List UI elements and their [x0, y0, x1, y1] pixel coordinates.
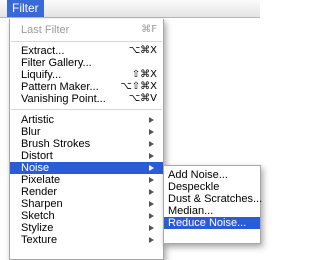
submenu-arrow-icon [149, 177, 154, 183]
menu-item-label: Liquify... [21, 69, 62, 81]
submenu-arrow-icon [149, 117, 154, 123]
menu-item-shortcut: ⌥⇧⌘X [120, 81, 157, 92]
menu-bar: Filter [0, 0, 260, 18]
menu-item-vanishing-point[interactable]: Vanishing Point... ⌥⌘V [10, 93, 163, 105]
menu-item-sketch[interactable]: Sketch [10, 210, 163, 222]
submenu-item-reduce-noise[interactable]: Reduce Noise... [164, 217, 260, 229]
menu-item-shortcut: ⇧⌘X [131, 69, 157, 80]
menu-item-shortcut: ⌥⌘X [128, 45, 157, 56]
menu-item-label: Last Filter [21, 24, 70, 36]
submenu-item-label: Dust & Scratches... [168, 193, 263, 205]
menu-item-last-filter: Last Filter ⌘F [10, 24, 163, 36]
menu-item-sharpen[interactable]: Sharpen [10, 198, 163, 210]
submenu-item-add-noise[interactable]: Add Noise... [164, 169, 260, 181]
menu-separator [11, 41, 162, 42]
menu-item-label: Artistic [21, 114, 54, 126]
menu-item-label: Stylize [21, 222, 54, 234]
submenu-arrow-icon [149, 225, 154, 231]
menu-item-blur[interactable]: Blur [10, 126, 163, 138]
menu-item-pixelate[interactable]: Pixelate [10, 174, 163, 186]
menu-item-shortcut: ⌘F [141, 24, 157, 35]
menu-item-label: Noise [21, 162, 50, 174]
menu-item-label: Distort [21, 150, 53, 162]
menu-item-extract[interactable]: Extract... ⌥⌘X [10, 45, 163, 57]
submenu-item-label: Reduce Noise... [168, 217, 247, 229]
menu-item-artistic[interactable]: Artistic [10, 114, 163, 126]
submenu-arrow-icon [149, 237, 154, 243]
menu-item-texture[interactable]: Texture [10, 234, 163, 246]
submenu-arrow-icon [149, 189, 154, 195]
menu-item-label: Pattern Maker... [21, 81, 99, 93]
submenu-item-median[interactable]: Median... [164, 205, 260, 217]
menu-item-distort[interactable]: Distort [10, 150, 163, 162]
submenu-item-despeckle[interactable]: Despeckle [164, 181, 260, 193]
menu-item-liquify[interactable]: Liquify... ⇧⌘X [10, 69, 163, 81]
submenu-arrow-icon [149, 141, 154, 147]
menu-item-label: Vanishing Point... [21, 93, 106, 105]
submenu-arrow-icon [149, 153, 154, 159]
menu-item-label: Extract... [21, 45, 65, 57]
menu-item-render[interactable]: Render [10, 186, 163, 198]
menu-item-label: Filter Gallery... [21, 57, 92, 69]
menu-item-label: Pixelate [21, 174, 61, 186]
menu-item-brush-strokes[interactable]: Brush Strokes [10, 138, 163, 150]
submenu-item-label: Median... [168, 205, 214, 217]
menu-item-shortcut: ⌥⌘V [128, 93, 157, 104]
menu-item-stylize[interactable]: Stylize [10, 222, 163, 234]
menu-title-filter[interactable]: Filter [7, 0, 44, 17]
menu-item-noise[interactable]: Noise [10, 162, 163, 174]
menu-item-filter-gallery[interactable]: Filter Gallery... [10, 57, 163, 69]
menu-item-pattern-maker[interactable]: Pattern Maker... ⌥⇧⌘X [10, 81, 163, 93]
menu-separator [11, 109, 162, 110]
submenu-item-dust-scratches[interactable]: Dust & Scratches... [164, 193, 263, 205]
noise-submenu: Add Noise... Despeckle Dust & Scratches.… [163, 165, 263, 244]
menu-item-label: Brush Strokes [21, 138, 91, 150]
submenu-arrow-icon [149, 129, 154, 135]
menu-item-label: Sketch [21, 210, 55, 222]
menu-item-label: Sharpen [21, 198, 63, 210]
submenu-arrow-icon [149, 165, 154, 171]
submenu-item-label: Add Noise... [168, 169, 228, 181]
submenu-arrow-icon [149, 213, 154, 219]
menu-item-label: Blur [21, 126, 41, 138]
submenu-arrow-icon [149, 201, 154, 207]
filter-menu: Last Filter ⌘F Extract... ⌥⌘X Filter Gal… [9, 19, 164, 260]
menu-item-label: Texture [21, 234, 58, 246]
submenu-item-label: Despeckle [168, 181, 220, 193]
menu-item-label: Render [21, 186, 58, 198]
